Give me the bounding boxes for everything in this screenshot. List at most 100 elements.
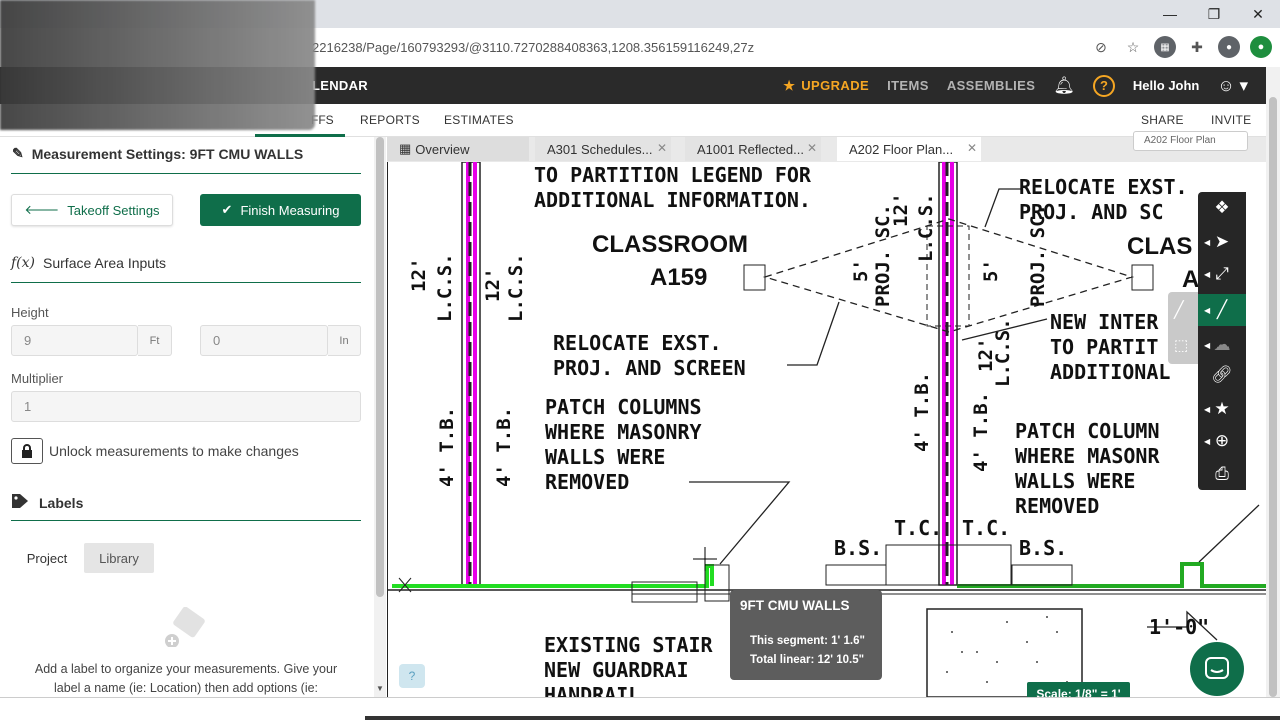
arrow-left-icon: 🡐 [24, 202, 60, 217]
tab-library[interactable]: Library [84, 543, 154, 573]
area-tool-icon[interactable]: ⬚ [1174, 336, 1188, 354]
rotated-label: 5' [980, 259, 1002, 282]
room-number: A [1182, 266, 1199, 293]
tooltip-title: 9FT CMU WALLS [740, 598, 850, 613]
scroll-down-icon[interactable]: ▼ [376, 684, 384, 693]
close-icon[interactable]: ✕ [1236, 0, 1280, 28]
window-controls: — ❐ ✕ [1148, 0, 1280, 28]
rotated-label: 12' [482, 268, 504, 302]
note-text: T.C. [894, 516, 942, 540]
zoom-icon[interactable]: ◀ ⊕ [1198, 425, 1246, 457]
grid-icon: ▦ [399, 141, 412, 156]
print-icon[interactable]: ⎙ [1198, 458, 1246, 490]
note-text: RELOCATE EXST. [553, 331, 722, 355]
scrollbar-thumb[interactable] [1269, 97, 1277, 697]
count-icon[interactable]: ◀ ☁ [1198, 329, 1246, 361]
user-greeting[interactable]: Hello John [1133, 78, 1199, 93]
bell-icon[interactable]: 🔔︎ [1053, 76, 1075, 96]
link-icon[interactable]: 🔗︎ [1198, 359, 1246, 391]
takeoff-settings-label: Takeoff Settings [67, 202, 160, 218]
tab-a202[interactable]: A202 Floor Plan... ✕ [837, 137, 981, 161]
linear-measure-icon[interactable]: ◀ ╱ [1198, 294, 1246, 326]
invite-button[interactable]: INVITE [1211, 113, 1251, 127]
user-avatar-icon[interactable]: ☺ ▾ [1217, 76, 1248, 96]
url-text[interactable]: 2216238/Page/160793293/@3110.72702884083… [312, 40, 754, 55]
tooltip-total: Total linear: 12' 10.5" [750, 654, 865, 666]
puzzle-icon[interactable]: ✚ [1186, 36, 1208, 58]
labels-title: Labels [39, 494, 84, 511]
upgrade-label: UPGRADE [801, 78, 870, 93]
redacted-overlay [0, 0, 315, 130]
chat-icon[interactable] [1190, 642, 1244, 696]
upgrade-button[interactable]: ★ UPGRADE [783, 78, 869, 94]
tab-overview[interactable]: ▦ Overview [387, 137, 529, 161]
close-tab-icon[interactable]: ✕ [967, 141, 977, 155]
help-question-icon[interactable]: ? [399, 664, 425, 688]
tab-a1001[interactable]: A1001 Reflected... ✕ [685, 137, 821, 161]
left-panel-scrollbar[interactable]: ▼ [374, 137, 386, 697]
panel-title: Measurement Settings: 9FT CMU WALLS [31, 145, 304, 162]
tracking-off-icon[interactable]: ⊘ [1090, 36, 1112, 58]
pointer-icon[interactable]: ◀ ➤ [1198, 226, 1246, 258]
height-in-field[interactable]: 0 [200, 325, 328, 356]
note-text: ADDITIONAL INFORMATION. [534, 188, 811, 212]
bookmark-star-icon[interactable]: ☆ [1122, 36, 1144, 58]
note-text: WALLS WERE [1015, 469, 1135, 493]
room-name: CLASSROOM [592, 231, 748, 258]
extension-icon[interactable]: ▦ [1154, 36, 1176, 58]
rotated-label: 4' T.B. [970, 392, 992, 472]
bottom-edge [365, 716, 1280, 720]
page-scrollbar[interactable] [1266, 67, 1280, 707]
note-text: HANDRAIL [544, 683, 640, 697]
finish-measuring-label: Finish Measuring [240, 202, 340, 218]
room-number: A159 [650, 264, 707, 291]
note-text: PATCH COLUMN [1015, 419, 1160, 443]
close-tab-icon[interactable]: ✕ [657, 141, 667, 155]
help-icon[interactable]: ? [1092, 74, 1115, 97]
address-icons: ⊘ ☆ ▦ ✚ ● ● [1090, 36, 1272, 58]
sync-icon[interactable]: ● [1250, 36, 1272, 58]
height-ft-field[interactable]: 9 [11, 325, 138, 356]
tool-flyout[interactable]: ╱ ⬚ [1168, 292, 1200, 364]
finish-measuring-button[interactable]: ✔ Finish Measuring [200, 194, 361, 226]
surface-area-label: Surface Area Inputs [43, 255, 166, 271]
lock-icon[interactable] [11, 438, 43, 464]
share-button[interactable]: SHARE [1141, 113, 1184, 127]
tab-a301-label: A301 Schedules... [547, 141, 653, 157]
expand-icon[interactable]: ◀ ⤢ [1198, 258, 1246, 290]
close-tab-icon[interactable]: ✕ [807, 141, 817, 155]
tab-a301[interactable]: A301 Schedules... ✕ [535, 137, 671, 161]
nav-item-items[interactable]: ITEMS [887, 78, 929, 93]
nav-item-assemblies[interactable]: ASSEMBLIES [947, 78, 1036, 93]
star-tool-icon[interactable]: ◀ ★ [1198, 393, 1246, 425]
restore-icon[interactable]: ❐ [1192, 0, 1236, 28]
height-label: Height [11, 305, 49, 320]
tab-project[interactable]: Project [11, 543, 83, 573]
tab-a1001-label: A1001 Reflected... [697, 141, 804, 157]
minimize-icon[interactable]: — [1148, 0, 1192, 28]
line-tool-icon[interactable]: ╱ [1174, 300, 1184, 320]
star-icon: ★ [783, 77, 796, 93]
labels-header: Labels [11, 493, 83, 512]
rotated-label: L.C.S. [992, 318, 1014, 387]
layers-add-icon[interactable]: ❖ [1198, 192, 1246, 224]
note-text: EXISTING STAIR [544, 633, 714, 657]
multiplier-field[interactable]: 1 [11, 391, 361, 422]
unlock-row[interactable]: Unlock measurements to make changes [11, 438, 299, 464]
rotated-label: 4' T.B. [436, 407, 458, 487]
scrollbar-thumb[interactable] [376, 137, 384, 597]
note-text: TO PARTIT [1050, 335, 1158, 359]
document-tabs: ▦ Overview A301 Schedules... ✕ A1001 Ref… [387, 131, 1266, 162]
tab-overview-label: Overview [415, 141, 470, 157]
unlock-text: Unlock measurements to make changes [49, 443, 299, 459]
rotated-label: 12' [408, 258, 430, 292]
tab-reports[interactable]: REPORTS [360, 113, 420, 127]
note-text: B.S. [834, 536, 882, 560]
page-select[interactable]: A202 Floor Plan [1133, 131, 1248, 151]
takeoff-settings-button[interactable]: 🡐 Takeoff Settings [11, 194, 173, 226]
tab-estimates[interactable]: ESTIMATES [444, 113, 514, 127]
rotated-label: L.C.S. [505, 253, 527, 322]
note-text: B.S. [1019, 536, 1067, 560]
profile-icon[interactable]: ● [1218, 36, 1240, 58]
nav-item-calendar[interactable]: LENDAR [312, 78, 368, 93]
